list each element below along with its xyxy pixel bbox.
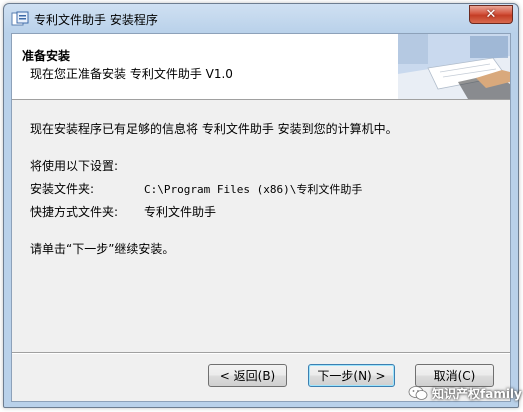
page-title: 准备安装 <box>22 49 71 63</box>
installer-app-icon <box>11 11 29 26</box>
window-title: 专利文件助手 安装程序 <box>34 13 158 27</box>
close-icon: ✕ <box>485 7 497 22</box>
watermark-text: 知识产权family <box>432 386 522 401</box>
installer-window: 专利文件助手 安装程序 ✕ 准备安装 现在您正准备安装 专利文件助手 V1.0 <box>3 3 519 408</box>
title-bar[interactable]: 专利文件助手 安装程序 ✕ <box>4 4 518 33</box>
instruction-text: 请单击“下一步”继续安装。 <box>30 242 175 256</box>
page-subtitle: 现在您正准备安装 专利文件助手 V1.0 <box>30 67 233 81</box>
watermark: 知识产权family <box>408 383 522 403</box>
wizard-client-area: 准备安装 现在您正准备安装 专利文件助手 V1.0 现在安装程序已有足够的信息将… <box>11 33 511 402</box>
close-button[interactable]: ✕ <box>469 5 513 24</box>
wizard-header: 准备安装 现在您正准备安装 专利文件助手 V1.0 <box>12 34 510 100</box>
header-banner-image <box>398 34 510 99</box>
shortcut-folder-label: 快捷方式文件夹: <box>30 205 119 219</box>
settings-heading: 将使用以下设置: <box>30 159 119 173</box>
shortcut-folder-value: 专利文件助手 <box>144 205 217 219</box>
footer-divider <box>12 352 510 354</box>
install-folder-label: 安装文件夹: <box>30 182 95 196</box>
next-button[interactable]: 下一步(N) > <box>308 364 395 387</box>
install-folder-value: C:\Program Files (x86)\专利文件助手 <box>144 183 363 196</box>
desk-photo-illustration <box>398 34 510 99</box>
wechat-icon <box>408 386 428 400</box>
ready-message: 现在安装程序已有足够的信息将 专利文件助手 安装到您的计算机中。 <box>30 122 398 136</box>
back-button[interactable]: < 返回(B) <box>208 364 287 387</box>
